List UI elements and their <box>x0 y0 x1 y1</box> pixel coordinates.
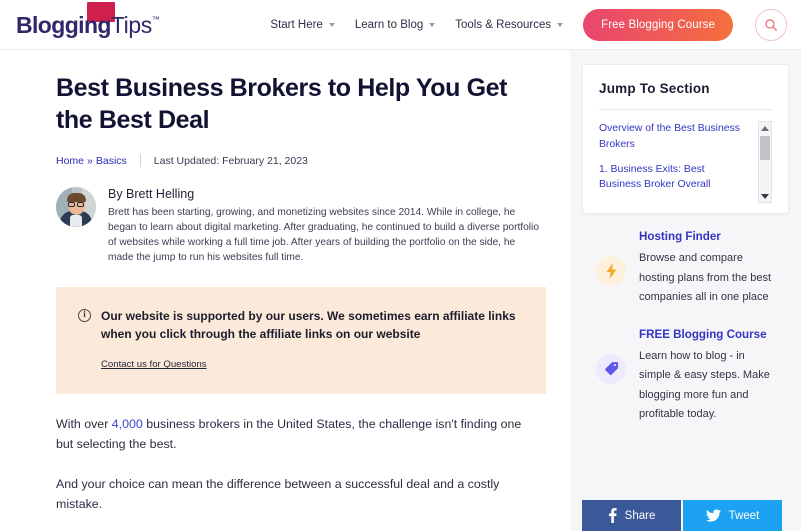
nav-item-tools-resources[interactable]: Tools & Resources <box>455 19 564 31</box>
lightning-bolt-icon <box>596 256 626 286</box>
social-share-bar: Share Tweet <box>582 500 782 531</box>
jump-to-section-title: Jump To Section <box>599 81 710 96</box>
twitter-icon <box>705 509 721 522</box>
logo-text-secondary: Tips <box>110 11 152 38</box>
chevron-down-icon <box>429 23 436 27</box>
inline-link-4000[interactable]: 4,000 <box>112 417 143 431</box>
free-blogging-course-button[interactable]: Free Blogging Course <box>583 9 733 41</box>
toc-item[interactable]: 1. Business Exits: Best Business Broker … <box>599 162 748 194</box>
body-paragraph: And your choice can mean the difference … <box>56 476 500 511</box>
share-button-label: Share <box>624 509 656 522</box>
promo-text: Learn how to blog - in simple & easy ste… <box>639 349 770 421</box>
promo-body: Hosting Finder Browse and compare hostin… <box>639 230 773 308</box>
header-divider <box>0 49 801 50</box>
main-navigation: Start Here Learn to Blog Tools & Resourc… <box>270 9 787 41</box>
search-icon <box>765 19 777 31</box>
nav-item-learn-to-blog[interactable]: Learn to Blog <box>354 19 436 31</box>
promo-card-hosting-finder[interactable]: Hosting Finder Browse and compare hostin… <box>582 214 789 312</box>
page-body: Best Business Brokers to Help You Get th… <box>0 50 801 531</box>
article-meta: Home » Basics Last Updated: February 21,… <box>56 154 542 167</box>
jump-to-section-card: Jump To Section Overview of the Best Bus… <box>582 64 789 214</box>
site-logo[interactable]: Blogging Tips ™ <box>16 1 160 38</box>
nav-item-label: Learn to Blog <box>354 19 424 31</box>
info-icon <box>78 309 91 323</box>
promo-card-free-blogging-course[interactable]: FREE Blogging Course Learn how to blog -… <box>582 312 789 429</box>
scrollbar-thumb[interactable] <box>760 136 770 160</box>
promo-body: FREE Blogging Course Learn how to blog -… <box>639 328 773 425</box>
twitter-share-button[interactable]: Tweet <box>683 500 782 531</box>
avatar <box>56 187 96 227</box>
breadcrumb-separator: » <box>87 154 93 167</box>
scroll-up-arrow-icon[interactable] <box>759 122 771 134</box>
share-button-label: Tweet <box>728 509 760 522</box>
article-content: Best Business Brokers to Help You Get th… <box>0 50 570 531</box>
logo-text-primary: Blogging <box>16 11 111 38</box>
author-byline: By Brett Helling <box>108 187 195 201</box>
disclosure-text: Our website is supported by our users. W… <box>101 309 516 342</box>
last-updated-text: Last Updated: February 21, 2023 <box>153 154 308 167</box>
paragraph-text-before: With over <box>56 417 112 432</box>
facebook-share-button[interactable]: Share <box>582 500 681 531</box>
body-paragraph: With over 4,000 business brokers in the … <box>56 414 526 454</box>
toc-item[interactable]: Overview of the Best Business Brokers <box>599 121 748 153</box>
chevron-down-icon <box>328 23 335 27</box>
nav-item-label: Tools & Resources <box>455 19 552 31</box>
breadcrumb-basics[interactable]: Basics <box>96 155 127 167</box>
promo-title[interactable]: FREE Blogging Course <box>639 328 773 341</box>
site-header: Blogging Tips ™ Start Here Learn to Blog… <box>0 0 801 50</box>
toc-scrollbar[interactable] <box>758 121 772 203</box>
sidebar: Jump To Section Overview of the Best Bus… <box>570 50 801 531</box>
promo-text: Browse and compare hosting plans from th… <box>639 252 772 304</box>
author-box: By Brett Helling Brett has been starting… <box>56 187 542 265</box>
meta-divider <box>139 154 141 167</box>
toc-scroll-area[interactable]: Overview of the Best Business Brokers 1.… <box>599 121 772 203</box>
search-button[interactable] <box>755 9 787 41</box>
card-divider <box>599 109 772 110</box>
logo-trademark: ™ <box>151 14 160 24</box>
author-details: By Brett Helling Brett has been starting… <box>108 187 542 265</box>
facebook-icon <box>608 508 617 523</box>
nav-item-label: Start Here <box>270 19 323 31</box>
promo-title[interactable]: Hosting Finder <box>639 230 773 243</box>
author-bio: Brett has been starting, growing, and mo… <box>108 207 539 264</box>
chevron-down-icon <box>557 23 564 27</box>
contact-us-link[interactable]: Contact us for Questions <box>101 359 207 370</box>
scroll-down-arrow-icon[interactable] <box>759 190 771 202</box>
toc-list: Overview of the Best Business Brokers 1.… <box>599 121 772 203</box>
nav-item-start-here[interactable]: Start Here <box>270 19 335 31</box>
affiliate-disclosure-box: Our website is supported by our users. W… <box>56 287 546 395</box>
breadcrumb-home[interactable]: Home <box>56 155 84 167</box>
toc-item[interactable]: 2. Synergy Business Brokers: Best <box>599 202 748 203</box>
page-title: Best Business Brokers to Help You Get th… <box>56 74 508 134</box>
tag-icon <box>596 353 626 384</box>
